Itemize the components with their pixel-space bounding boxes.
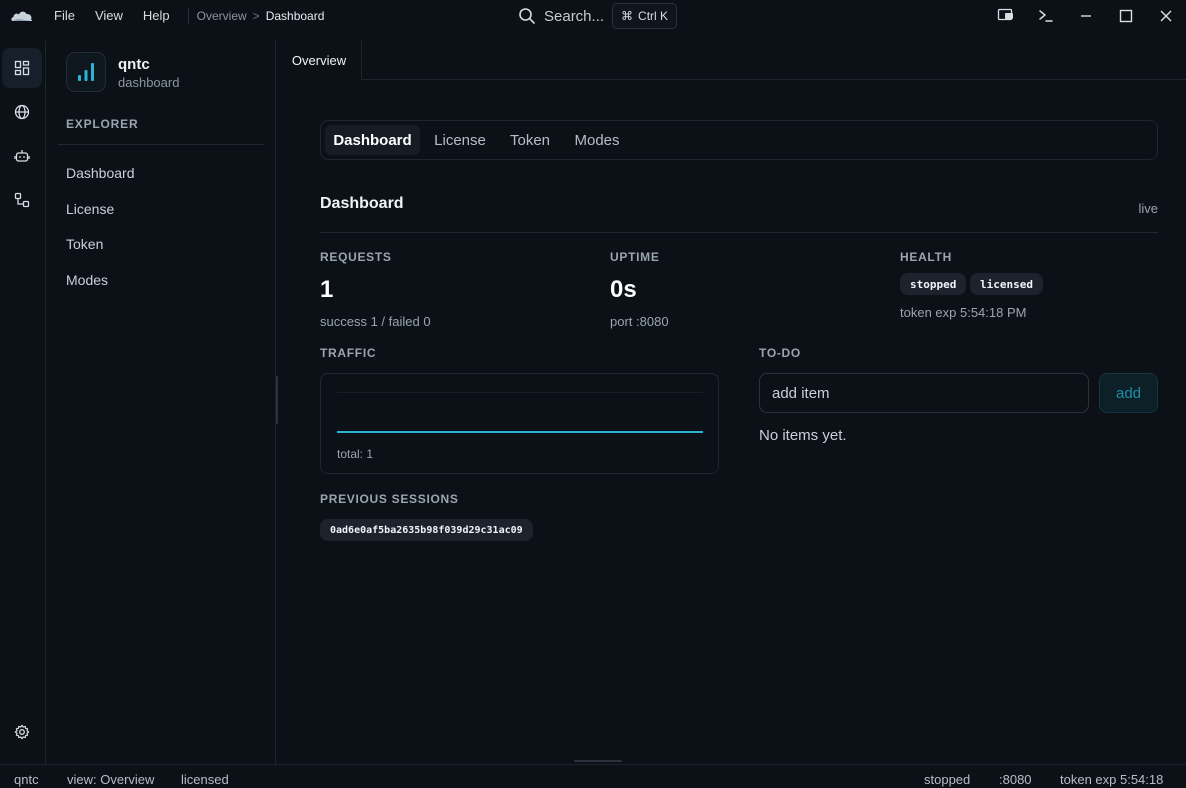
cast-icon — [997, 8, 1013, 21]
settings-icon — [14, 724, 30, 740]
live-indicator: live — [1138, 201, 1158, 216]
brand-subtitle: dashboard — [118, 75, 180, 90]
minimize-icon — [1081, 15, 1091, 17]
command-key-icon: ⌘ — [621, 9, 634, 23]
uptime-sub: port :8080 — [610, 314, 669, 329]
uptime-label: UPTIME — [610, 250, 660, 264]
breadcrumb-separator: > — [252, 9, 260, 23]
brand-logo — [66, 52, 106, 92]
health-label: HEALTH — [900, 250, 952, 264]
status-app-name: qntc — [14, 772, 39, 787]
activity-globe[interactable] — [2, 92, 42, 132]
section-divider — [320, 232, 1158, 233]
requests-label: REQUESTS — [320, 250, 392, 264]
status-view: view: Overview — [67, 772, 155, 787]
panel-resize-handle[interactable] — [574, 760, 622, 762]
uptime-value: 0s — [610, 276, 637, 303]
tab-overview[interactable]: Overview — [277, 40, 362, 80]
menu-bar: File View Help Overview > Dashboard — [44, 0, 324, 32]
sidebar: qntc dashboard EXPLORER Dashboard Licens… — [46, 40, 276, 764]
segment-modes[interactable]: Modes — [565, 125, 629, 155]
activity-bar — [0, 40, 46, 764]
status-badge-stopped: stopped — [900, 273, 967, 295]
segmented-nav: Dashboard License Token Modes — [320, 120, 1158, 160]
close-icon — [1160, 10, 1172, 22]
brand-name: qntc — [118, 56, 150, 73]
breadcrumb-current: Dashboard — [265, 9, 325, 23]
activity-robot[interactable] — [2, 136, 42, 176]
segment-token[interactable]: Token — [501, 125, 559, 155]
close-button[interactable] — [1146, 0, 1186, 32]
segment-dashboard[interactable]: Dashboard — [325, 125, 420, 155]
traffic-label: TRAFFIC — [320, 346, 377, 360]
terminal-button[interactable] — [1026, 0, 1066, 32]
breadcrumb: Overview > Dashboard — [197, 9, 325, 23]
search-label[interactable]: Search... — [544, 8, 604, 25]
robot-icon — [14, 150, 30, 162]
globe-icon — [14, 104, 30, 120]
status-license: licensed — [181, 772, 229, 787]
status-port: :8080 — [999, 772, 1032, 787]
sidebar-item-license[interactable]: License — [66, 201, 114, 217]
bar-chart-icon — [78, 63, 94, 81]
activity-settings[interactable] — [2, 712, 42, 752]
menu-divider — [187, 8, 189, 24]
traffic-sparkline — [337, 431, 703, 433]
explorer-divider — [58, 144, 264, 145]
sidebar-item-modes[interactable]: Modes — [66, 272, 108, 288]
breadcrumb-parent[interactable]: Overview — [197, 9, 247, 23]
segment-license[interactable]: License — [425, 125, 495, 155]
editor-tabs: Overview — [277, 40, 1186, 80]
explorer-heading: EXPLORER — [66, 117, 139, 131]
traffic-total: total: 1 — [337, 447, 374, 461]
menu-help[interactable]: Help — [133, 0, 180, 32]
activity-dashboard[interactable] — [2, 48, 42, 88]
menu-view[interactable]: View — [85, 0, 133, 32]
requests-value: 1 — [320, 276, 334, 303]
activity-nodes[interactable] — [2, 180, 42, 220]
traffic-gridline — [337, 392, 703, 393]
maximize-icon — [1119, 9, 1133, 23]
sidebar-item-token[interactable]: Token — [66, 236, 103, 252]
todo-empty-state: No items yet. — [759, 427, 847, 444]
maximize-button[interactable] — [1106, 0, 1146, 32]
minimize-button[interactable] — [1066, 0, 1106, 32]
todo-label: TO-DO — [759, 346, 801, 360]
terminal-icon — [1039, 10, 1053, 22]
app-window: File View Help Overview > Dashboard Sear… — [0, 0, 1186, 788]
main-content: Dashboard License Token Modes Dashboard … — [277, 80, 1186, 764]
health-sub: token exp 5:54:18 PM — [900, 305, 1027, 320]
search-icon — [519, 8, 535, 24]
cloud-logo-icon — [11, 11, 33, 21]
dashboard-icon — [14, 60, 30, 76]
session-chip[interactable]: 0ad6e0af5ba2635b98f039d29c31ac09 — [320, 519, 533, 541]
todo-input[interactable] — [759, 373, 1089, 413]
status-token-expiry: token exp 5:54:18 PM — [1060, 772, 1164, 788]
window-controls — [986, 0, 1186, 32]
sidebar-item-dashboard[interactable]: Dashboard — [66, 165, 135, 181]
title-bar: File View Help Overview > Dashboard Sear… — [0, 0, 1186, 32]
section-title: Dashboard — [320, 195, 404, 212]
search-shortcut: ⌘ Ctrl K — [612, 3, 678, 29]
add-item-button[interactable]: add — [1099, 373, 1158, 413]
nodes-icon — [14, 192, 30, 208]
shortcut-key: Ctrl K — [638, 9, 669, 23]
requests-sub: success 1 / failed 0 — [320, 314, 431, 329]
menu-file[interactable]: File — [44, 0, 85, 32]
status-badge-licensed: licensed — [970, 273, 1043, 295]
status-bar: qntc view: Overview licensed stopped :80… — [0, 764, 1186, 788]
cast-button[interactable] — [986, 0, 1026, 32]
traffic-card: total: 1 — [320, 373, 719, 474]
sessions-label: PREVIOUS SESSIONS — [320, 492, 459, 506]
command-search[interactable]: Search... ⌘ Ctrl K — [518, 2, 678, 30]
status-server-state: stopped — [924, 772, 971, 787]
